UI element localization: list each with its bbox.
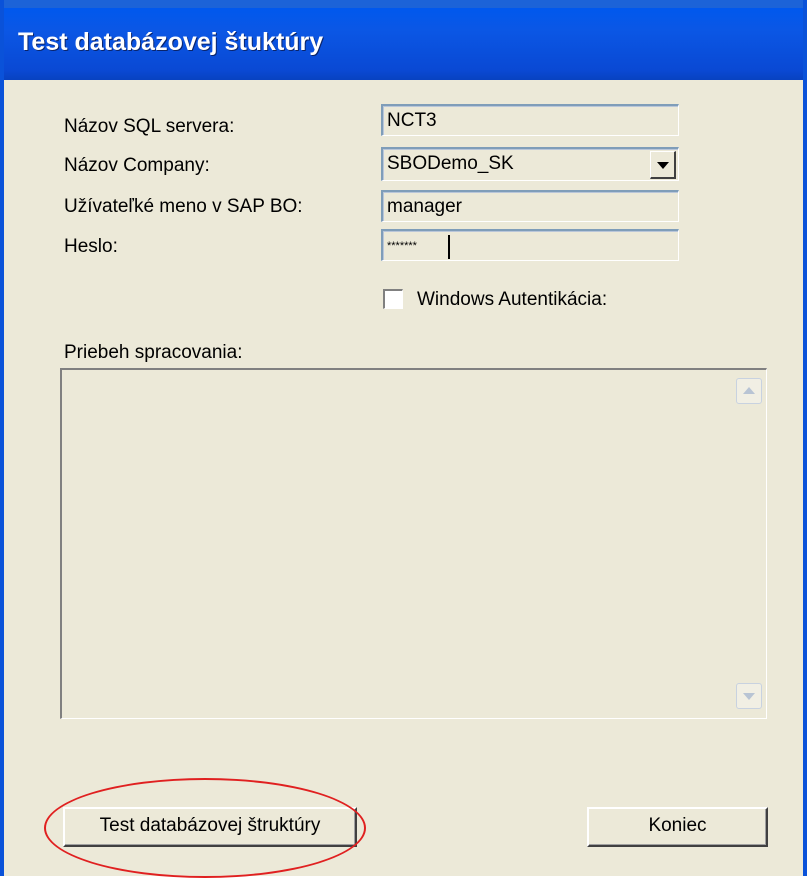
username-value: manager	[387, 196, 462, 217]
company-combobox[interactable]: SBODemo_SK	[381, 147, 679, 181]
password-value: *******	[387, 240, 417, 252]
sql-server-value: NCT3	[387, 110, 437, 131]
windows-auth-checkbox[interactable]	[383, 289, 403, 309]
chevron-down-icon	[657, 162, 669, 169]
company-dropdown-button[interactable]	[650, 151, 676, 179]
sql-server-field[interactable]: NCT3	[381, 104, 679, 136]
window-right-border	[803, 0, 807, 876]
scroll-up-button[interactable]	[736, 378, 762, 404]
windows-auth-label: Windows Autentikácia:	[417, 289, 608, 310]
chevron-down-icon	[743, 693, 755, 700]
scroll-down-button[interactable]	[736, 683, 762, 709]
test-structure-button[interactable]: Test databázovej štruktúry	[63, 807, 357, 847]
progress-label: Priebeh spracovania:	[64, 342, 243, 363]
title-bar[interactable]: Test databázovej štuktúry	[0, 0, 807, 80]
progress-log-scrollbar[interactable]	[734, 372, 764, 715]
company-value: SBODemo_SK	[387, 153, 514, 174]
dialog-window: Test databázovej štuktúry Názov SQL serv…	[0, 0, 807, 878]
title-bar-top-strip	[0, 0, 807, 8]
username-label: Užívateľké meno v SAP BO:	[64, 196, 303, 217]
username-field[interactable]: manager	[381, 190, 679, 222]
company-label: Názov Company:	[64, 155, 210, 176]
close-button[interactable]: Koniec	[587, 807, 768, 847]
window-left-border	[0, 0, 4, 876]
text-caret	[448, 235, 450, 259]
window-title: Test databázovej štuktúry	[18, 28, 324, 56]
sql-server-label: Názov SQL servera:	[64, 116, 235, 137]
password-label: Heslo:	[64, 236, 118, 257]
progress-log-textarea[interactable]	[60, 368, 767, 719]
chevron-up-icon	[743, 387, 755, 394]
password-field[interactable]: *******	[381, 229, 679, 261]
